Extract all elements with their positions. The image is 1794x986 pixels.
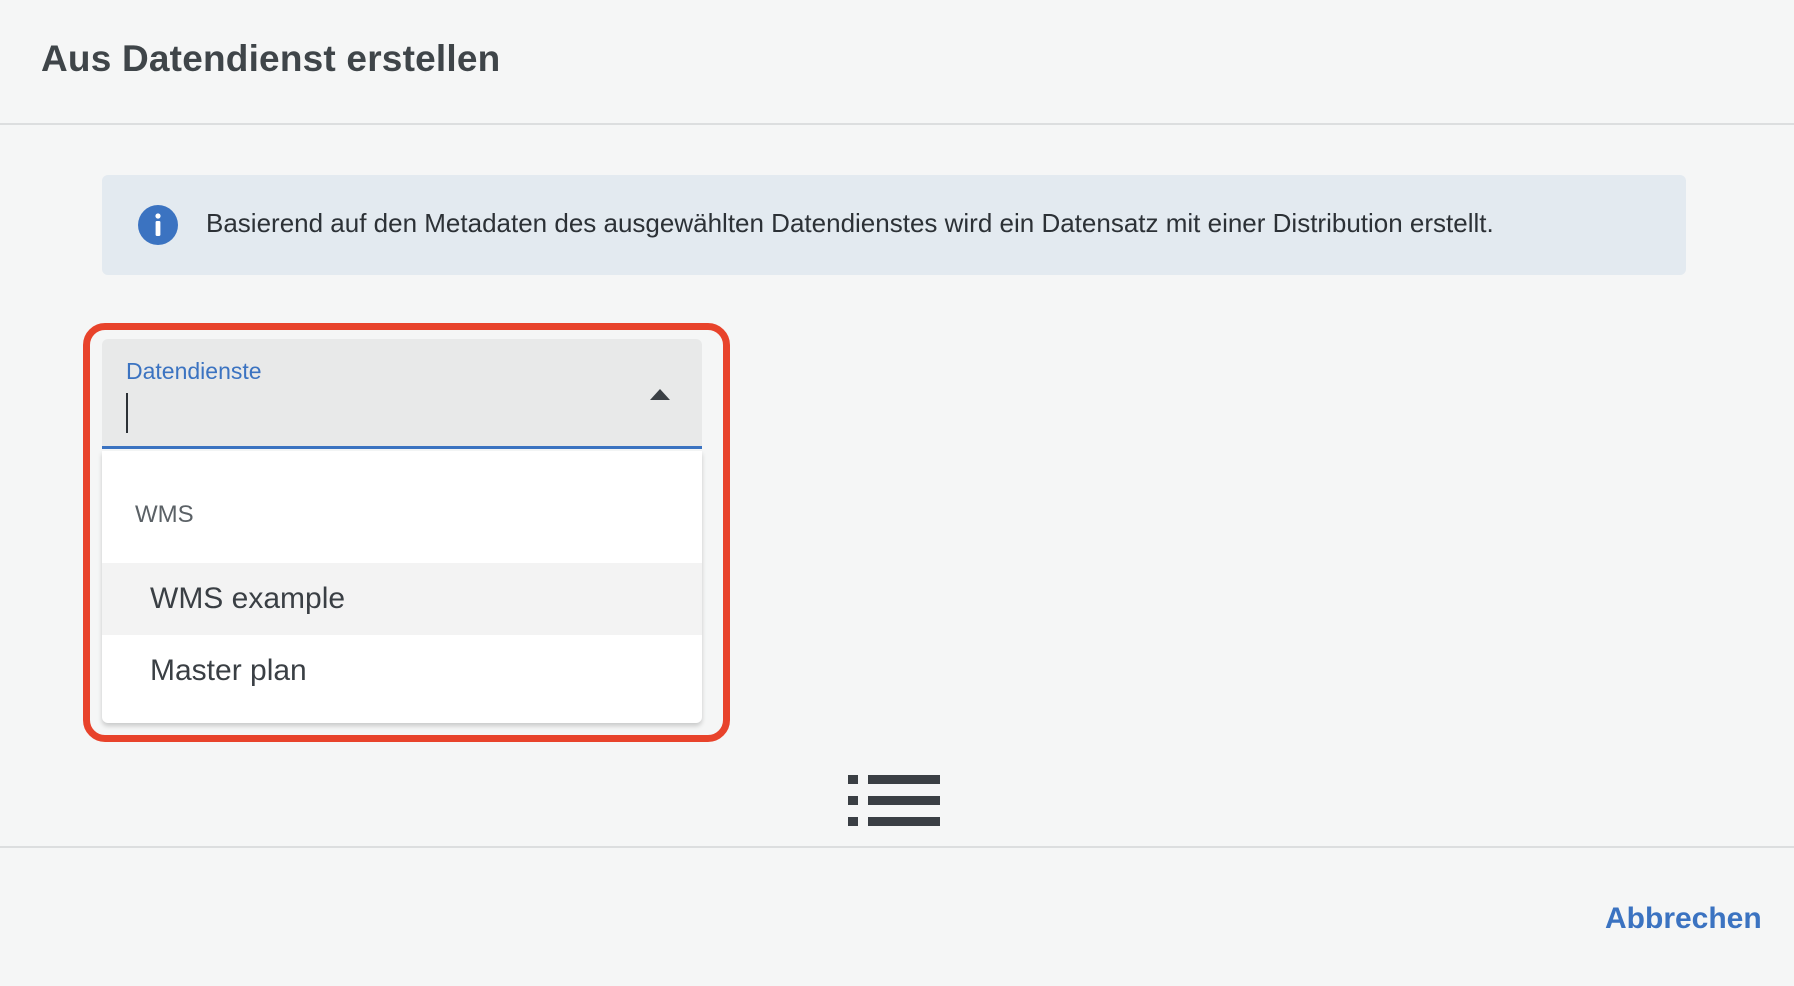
option-master-plan[interactable]: Master plan	[102, 635, 702, 707]
cancel-button[interactable]: Abbrechen	[1605, 902, 1762, 936]
select-dropdown-panel: WMS WMS example Master plan	[102, 451, 702, 723]
data-services-select[interactable]: Datendienste	[102, 339, 702, 449]
info-banner: Basierend auf den Metadaten des ausgewäh…	[102, 175, 1686, 275]
dialog-header: Aus Datendienst erstellen	[0, 0, 1794, 125]
footer-divider	[0, 846, 1794, 848]
info-text: Basierend auf den Metadaten des ausgewäh…	[206, 208, 1494, 238]
dialog-title: Aus Datendienst erstellen	[41, 38, 501, 79]
info-icon	[138, 205, 178, 245]
select-label: Datendienste	[126, 358, 262, 384]
caret-up-icon[interactable]	[650, 389, 670, 400]
text-cursor	[126, 393, 128, 433]
create-from-data-service-dialog: Aus Datendienst erstellen Basierend auf …	[0, 0, 1794, 986]
list-icon	[848, 775, 940, 826]
option-wms-example[interactable]: WMS example	[102, 563, 702, 635]
option-group-label: WMS	[135, 501, 194, 528]
